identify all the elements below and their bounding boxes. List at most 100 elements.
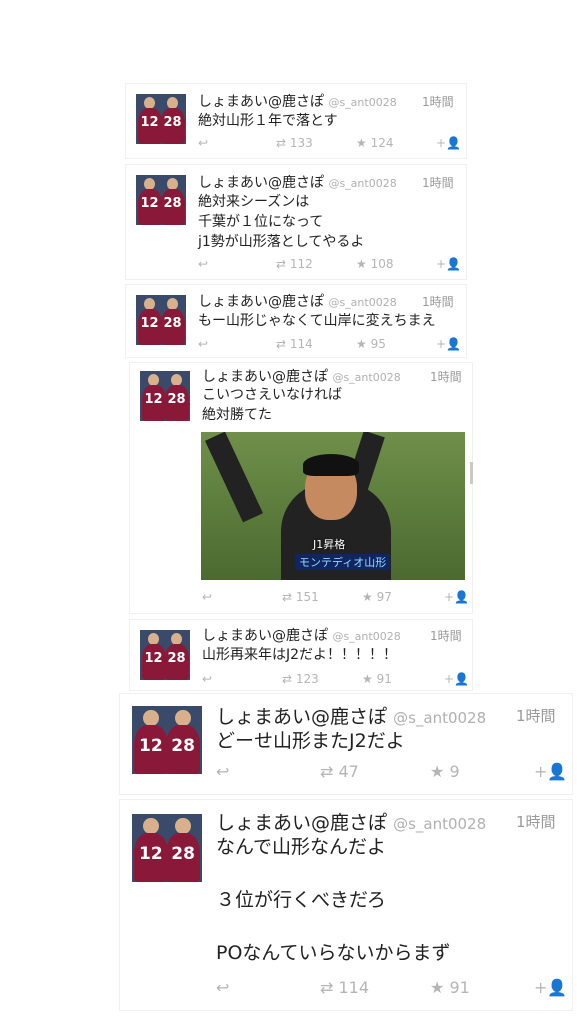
- retweet-button[interactable]: ⇄ 47: [320, 762, 359, 781]
- reply-icon[interactable]: ↩: [198, 136, 208, 150]
- avatar-figure-head: [143, 710, 159, 727]
- tweet-time[interactable]: 1時間: [430, 627, 462, 644]
- like-button[interactable]: ★ 97: [362, 590, 392, 604]
- star-icon: ★: [430, 978, 445, 997]
- jersey-number: 12: [134, 833, 168, 882]
- jersey-number: 28: [166, 833, 200, 882]
- retweet-icon: ⇄: [282, 672, 293, 686]
- tweet-actions: ↩ ⇄ 114 ★ 91 +👤: [120, 978, 572, 1002]
- follow-icon[interactable]: +👤: [436, 257, 461, 271]
- author-handle: @s_ant0028: [328, 296, 397, 309]
- photo-hair: [303, 454, 359, 476]
- tweet-card[interactable]: 12 28 しょまあい@鹿さぽ @s_ant0028 1時間 絶対来シーズンは …: [126, 165, 466, 279]
- like-button[interactable]: ★ 95: [356, 337, 386, 351]
- like-button[interactable]: ★ 91: [362, 672, 392, 686]
- retweet-icon: ⇄: [282, 590, 293, 604]
- tweet-author[interactable]: しょまあい@鹿さぽ @s_ant0028: [216, 702, 486, 729]
- retweet-count: 114: [289, 337, 313, 351]
- image-caption-top: J1昇格: [313, 538, 346, 551]
- reply-icon[interactable]: ↩: [198, 257, 208, 271]
- reply-icon[interactable]: ↩: [216, 978, 229, 997]
- author-name: しょまあい@鹿さぽ: [198, 175, 324, 191]
- like-button[interactable]: ★ 124: [356, 136, 394, 150]
- tweet-time[interactable]: 1時間: [516, 811, 556, 832]
- tweet-image[interactable]: J1昇格 モンテディオ山形: [201, 432, 465, 580]
- tweet-card[interactable]: 12 28 しょまあい@鹿さぽ @s_ant0028 1時間 どーせ山形またJ2…: [120, 694, 572, 794]
- tweet-actions: ↩ ⇄ 133 ★ 124 +👤: [126, 136, 466, 154]
- photo-arm: [205, 432, 263, 523]
- tweet-text: こいつさえいなければ 絶対勝てた: [202, 387, 342, 423]
- avatar-figure-head: [175, 818, 191, 835]
- star-icon: ★: [356, 337, 367, 351]
- tweet-author[interactable]: しょまあい@鹿さぽ @s_ant0028: [198, 291, 397, 311]
- like-button[interactable]: ★ 108: [356, 257, 394, 271]
- tweet-text: 山形再来年はJ2だよ！！！！！: [202, 647, 398, 663]
- tweet-time[interactable]: 1時間: [516, 705, 556, 726]
- retweet-button[interactable]: ⇄ 112: [276, 257, 313, 271]
- tweet-actions: ↩ ⇄ 47 ★ 9 +👤: [120, 762, 572, 786]
- like-button[interactable]: ★ 91: [430, 978, 470, 997]
- image-caption-bottom: モンテディオ山形: [295, 554, 391, 570]
- author-handle: @s_ant0028: [393, 815, 487, 833]
- avatar[interactable]: 12 28: [132, 814, 202, 882]
- retweet-count: 151: [295, 590, 319, 604]
- author-handle: @s_ant0028: [332, 371, 401, 384]
- retweet-button[interactable]: ⇄ 133: [276, 136, 313, 150]
- author-name: しょまあい@鹿さぽ: [198, 294, 324, 310]
- avatar[interactable]: 12 28: [140, 371, 190, 421]
- follow-icon[interactable]: +👤: [444, 672, 469, 686]
- retweet-button[interactable]: ⇄ 151: [282, 590, 319, 604]
- follow-icon[interactable]: +👤: [534, 762, 567, 781]
- follow-icon[interactable]: +👤: [534, 978, 567, 997]
- tweet-text: 絶対山形１年で落とす: [198, 113, 338, 129]
- like-button[interactable]: ★ 9: [430, 762, 460, 781]
- tweet-card[interactable]: 12 28 しょまあい@鹿さぽ @s_ant0028 1時間 もー山形じゃなくて…: [126, 285, 466, 357]
- tweet-time[interactable]: 1時間: [422, 293, 454, 310]
- tweet-author[interactable]: しょまあい@鹿さぽ @s_ant0028: [198, 91, 397, 111]
- follow-icon[interactable]: +👤: [436, 337, 461, 351]
- retweet-count: 123: [295, 672, 319, 686]
- retweet-icon: ⇄: [320, 762, 334, 781]
- author-name: しょまあい@鹿さぽ: [216, 706, 388, 728]
- tweet-author[interactable]: しょまあい@鹿さぽ @s_ant0028: [216, 808, 486, 835]
- author-handle: @s_ant0028: [328, 96, 397, 109]
- like-count: 124: [370, 136, 394, 150]
- jersey-number: 12: [137, 189, 162, 225]
- tweet-author[interactable]: しょまあい@鹿さぽ @s_ant0028: [202, 625, 401, 645]
- tweet-card[interactable]: 12 28 しょまあい@鹿さぽ @s_ant0028 1時間 なんで山形なんだよ…: [120, 800, 572, 1010]
- tweet-text: もー山形じゃなくて山岸に変えちまえ: [198, 313, 436, 329]
- author-name: しょまあい@鹿さぽ: [202, 369, 328, 385]
- author-name: しょまあい@鹿さぽ: [202, 628, 328, 644]
- follow-icon[interactable]: +👤: [444, 590, 469, 604]
- avatar[interactable]: 12 28: [136, 175, 186, 225]
- retweet-button[interactable]: ⇄ 114: [276, 337, 313, 351]
- author-handle: @s_ant0028: [328, 177, 397, 190]
- tweet-actions: ↩ ⇄ 114 ★ 95 +👤: [126, 337, 466, 355]
- tweet-time[interactable]: 1時間: [422, 93, 454, 110]
- follow-icon[interactable]: +👤: [436, 136, 461, 150]
- author-handle: @s_ant0028: [393, 709, 487, 727]
- like-count: 91: [449, 978, 470, 997]
- jersey-number: 28: [160, 189, 185, 225]
- reply-icon[interactable]: ↩: [202, 672, 212, 686]
- like-count: 97: [376, 590, 392, 604]
- tweet-text: なんで山形なんだよ ３位が行くべきだろ POなんていらないからまず: [216, 836, 451, 964]
- tweet-author[interactable]: しょまあい@鹿さぽ @s_ant0028: [202, 366, 401, 386]
- retweet-icon: ⇄: [320, 978, 334, 997]
- reply-icon[interactable]: ↩: [216, 762, 229, 781]
- retweet-button[interactable]: ⇄ 123: [282, 672, 319, 686]
- tweet-author[interactable]: しょまあい@鹿さぽ @s_ant0028: [198, 172, 397, 192]
- retweet-icon: ⇄: [276, 136, 287, 150]
- reply-icon[interactable]: ↩: [202, 590, 212, 604]
- star-icon: ★: [356, 136, 367, 150]
- author-name: しょまあい@鹿さぽ: [198, 94, 324, 110]
- reply-icon[interactable]: ↩: [198, 337, 208, 351]
- tweet-card[interactable]: 12 28 しょまあい@鹿さぽ @s_ant0028 1時間 絶対山形１年で落と…: [126, 84, 466, 158]
- retweet-icon: ⇄: [276, 257, 287, 271]
- tweet-card[interactable]: 12 28 しょまあい@鹿さぽ @s_ant0028 1時間 山形再来年はJ2だ…: [130, 620, 472, 690]
- tweet-time[interactable]: 1時間: [430, 368, 462, 385]
- avatar-figure-head: [143, 818, 159, 835]
- tweet-time[interactable]: 1時間: [422, 174, 454, 191]
- scrollbar[interactable]: [470, 462, 473, 484]
- retweet-button[interactable]: ⇄ 114: [320, 978, 369, 997]
